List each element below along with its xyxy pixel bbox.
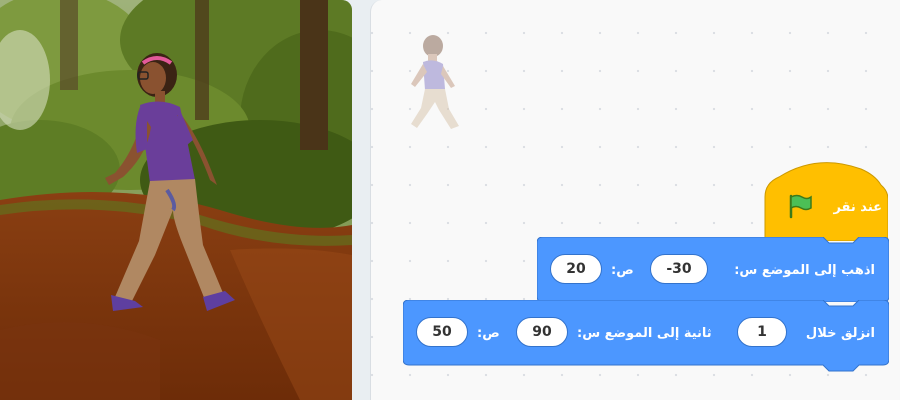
goto-xy-block[interactable]: اذهب إلى الموضع س: -30 ص: 20 xyxy=(537,237,889,302)
glide-mid-label: ثانية إلى الموضع س: xyxy=(577,326,712,341)
glide-block[interactable]: انزلق خلال 1 ثانية إلى الموضع س: 90 ص: 5… xyxy=(403,300,889,375)
green-flag-icon xyxy=(789,194,812,219)
goto-x-input[interactable]: -30 xyxy=(650,254,708,284)
hat-block-shape xyxy=(764,162,888,241)
walking-girl-sprite[interactable] xyxy=(95,45,245,320)
glide-y-label: ص: xyxy=(477,326,500,341)
glide-y-input[interactable]: 50 xyxy=(416,317,468,347)
glide-secs-input[interactable]: 1 xyxy=(737,317,787,347)
goto-y-label: ص: xyxy=(611,263,634,278)
glide-label: انزلق خلال xyxy=(805,326,875,341)
glide-x-input[interactable]: 90 xyxy=(516,317,568,347)
stage[interactable] xyxy=(0,0,352,400)
goto-label: اذهب إلى الموضع س: xyxy=(734,263,875,278)
goto-y-input[interactable]: 20 xyxy=(550,254,602,284)
sprite-ghost-icon xyxy=(411,35,459,129)
panel-gap xyxy=(352,0,370,400)
